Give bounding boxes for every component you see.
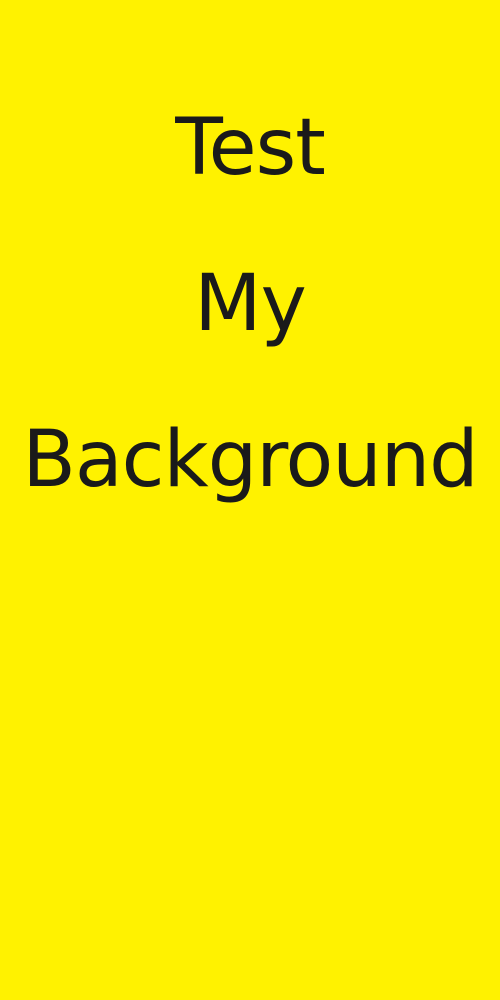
line-background: Background: [22, 415, 478, 505]
background-canvas: Test My Background: [0, 0, 500, 1000]
line-my: My: [194, 259, 306, 349]
line-test: Test: [175, 103, 326, 193]
text-block: Test My Background: [0, 70, 500, 538]
